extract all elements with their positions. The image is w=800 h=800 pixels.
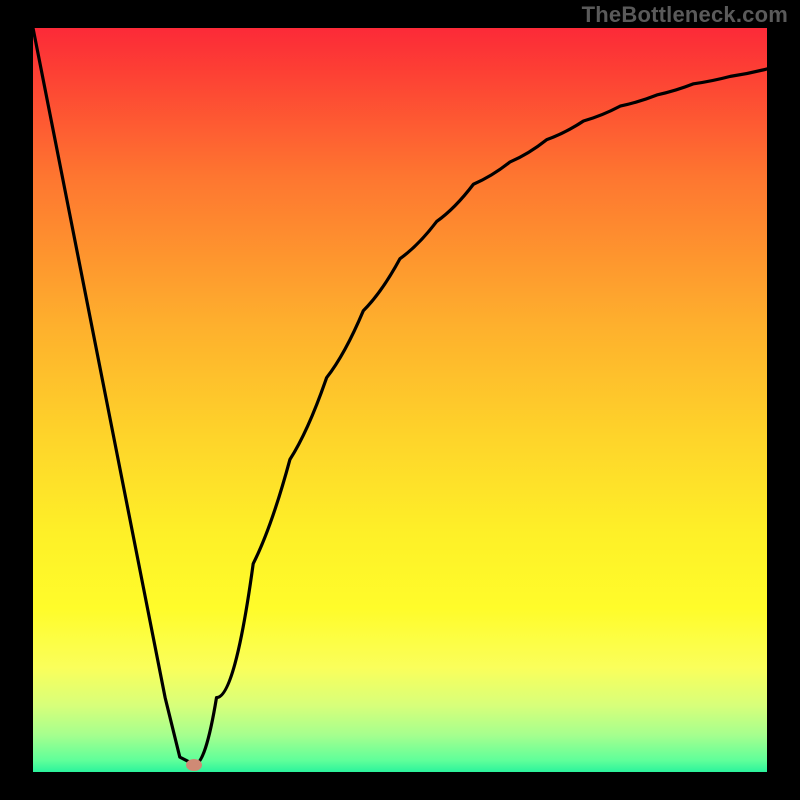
watermark-text: TheBottleneck.com	[582, 2, 788, 28]
optimal-point-marker	[186, 759, 202, 771]
chart-frame: TheBottleneck.com	[0, 0, 800, 800]
plot-outer	[33, 28, 767, 772]
bottleneck-curve	[33, 28, 767, 772]
